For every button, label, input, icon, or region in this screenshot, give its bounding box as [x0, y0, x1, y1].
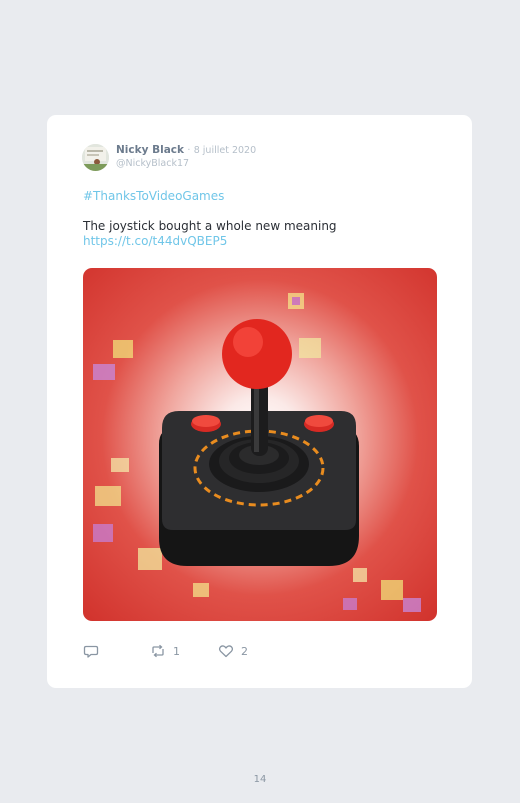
retweet-count: 1: [173, 644, 180, 658]
like-action[interactable]: 2: [218, 643, 248, 659]
joystick-image: [93, 293, 421, 612]
tweet-link[interactable]: https://t.co/t44dvQBEP5: [83, 234, 227, 248]
heart-icon: [218, 645, 234, 658]
tweet-date[interactable]: 8 juillet 2020: [194, 145, 256, 156]
page-number: 14: [253, 774, 267, 785]
reply-icon: [83, 645, 99, 658]
author-line: Nicky Black · 8 juillet 2020: [116, 144, 256, 157]
hashtag-link[interactable]: #ThanksToVideoGames: [83, 189, 224, 203]
retweet-action[interactable]: 1: [150, 643, 180, 659]
author-handle[interactable]: @NickyBlack17: [116, 158, 189, 169]
reply-action[interactable]: [83, 643, 106, 659]
avatar-image: [82, 144, 109, 171]
avatar[interactable]: [82, 144, 109, 171]
tweet-card: Nicky Black · 8 juillet 2020 @NickyBlack…: [47, 115, 472, 688]
tweet-media[interactable]: [83, 268, 437, 621]
meta-separator: ·: [187, 145, 191, 156]
author-name[interactable]: Nicky Black: [116, 144, 184, 156]
tweet-text: The joystick bought a whole new meaning: [83, 219, 337, 233]
like-count: 2: [241, 644, 248, 658]
retweet-icon: [152, 644, 164, 658]
